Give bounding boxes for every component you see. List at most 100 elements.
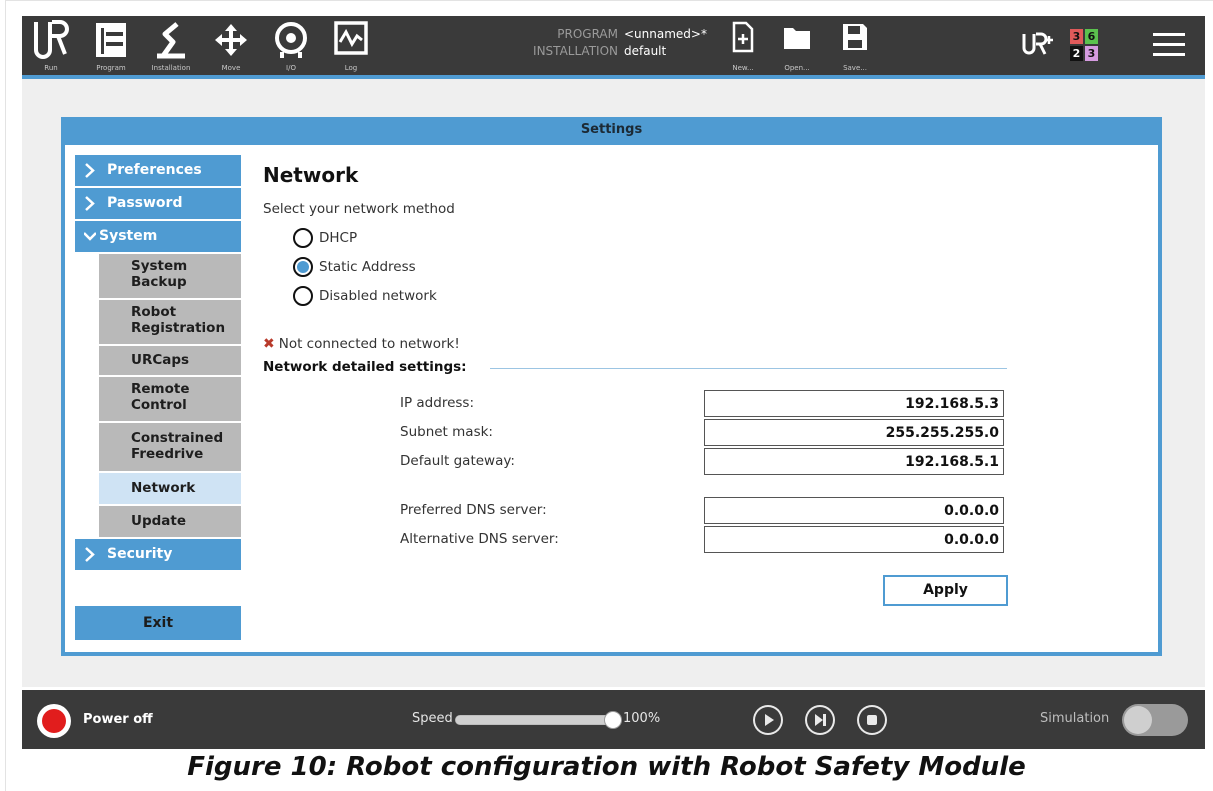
urcaps-button[interactable]	[1018, 16, 1058, 75]
nav-log-button[interactable]: Log	[322, 16, 380, 75]
sidebar-subitem-constrained-freedrive[interactable]: Constrained Freedrive	[99, 423, 241, 471]
ip-address-label: IP address:	[400, 395, 474, 411]
stop-icon	[859, 707, 885, 733]
ur-logo-icon	[34, 20, 69, 59]
preferred-dns-input[interactable]	[704, 497, 1004, 524]
nav-run-button[interactable]: Run	[22, 16, 80, 75]
sidebar-subitem-update[interactable]: Update	[99, 506, 241, 537]
power-status-label: Power off	[83, 712, 153, 727]
settings-body: Preferences Password System System Backu…	[65, 145, 1158, 652]
open-label: Open...	[784, 64, 810, 72]
simulation-toggle[interactable]	[1122, 704, 1188, 736]
sidebar-subitem-remote-control[interactable]: Remote Control	[99, 377, 241, 421]
play-icon	[755, 707, 781, 733]
alternative-dns-label: Alternative DNS server:	[400, 531, 559, 547]
program-key: PROGRAM	[557, 27, 618, 41]
new-button[interactable]: New...	[714, 16, 772, 75]
program-name: <unnamed>*	[624, 27, 707, 41]
sidebar-item-system[interactable]: System	[75, 221, 241, 252]
speed-label: Speed	[412, 711, 453, 726]
badge-bottom-left: 2	[1070, 46, 1083, 61]
main-menu-button[interactable]	[1152, 28, 1186, 62]
sidebar-subitem-label: Update	[131, 513, 187, 529]
radio-label: DHCP	[319, 230, 358, 246]
subnet-mask-input[interactable]	[704, 419, 1004, 446]
sidebar-item-label: Security	[107, 546, 173, 562]
play-button[interactable]	[753, 705, 783, 735]
installation-icon	[157, 22, 185, 59]
default-gateway-label: Default gateway:	[400, 453, 515, 469]
bottom-bar: Power off Speed 100% Simulation	[22, 690, 1205, 749]
sidebar-item-password[interactable]: Password	[75, 188, 241, 219]
step-icon	[807, 707, 833, 733]
nav-program-button[interactable]: Program	[82, 16, 140, 75]
sidebar-item-security[interactable]: Security	[75, 539, 241, 570]
chevron-down-icon	[84, 232, 96, 241]
alternative-dns-input[interactable]	[704, 526, 1004, 553]
badge-top-left: 3	[1070, 29, 1083, 44]
network-status: ✖ Not connected to network!	[263, 336, 460, 352]
sidebar-item-preferences[interactable]: Preferences	[75, 155, 241, 186]
settings-panel: Settings Preferences Password System Sys…	[61, 117, 1162, 656]
open-folder-icon	[784, 28, 810, 49]
default-gateway-input[interactable]	[704, 448, 1004, 475]
section-title: Network detailed settings:	[263, 359, 467, 375]
speed-slider[interactable]	[455, 711, 622, 729]
move-icon	[215, 24, 247, 56]
chevron-right-icon	[85, 547, 95, 562]
robot-status-badges[interactable]: 3 6 2 3	[1070, 29, 1100, 63]
log-icon	[334, 21, 368, 55]
sidebar-subitem-network[interactable]: Network	[99, 473, 241, 504]
radio-disabled-network[interactable]: Disabled network	[293, 285, 437, 307]
sidebar-subitem-label: System Backup	[131, 258, 188, 290]
nav-installation-label: Installation	[151, 64, 191, 72]
nav-installation-button[interactable]: Installation	[142, 16, 200, 75]
sidebar-subitem-label: URCaps	[131, 352, 190, 368]
ip-address-input[interactable]	[704, 390, 1004, 417]
radio-dhcp[interactable]: DHCP	[293, 227, 357, 249]
sidebar-subitem-label: Network	[131, 480, 196, 496]
radio-label: Static Address	[319, 259, 416, 275]
stop-button[interactable]	[857, 705, 887, 735]
nav-io-button[interactable]: I/O	[262, 16, 320, 75]
simulation-label: Simulation	[1040, 711, 1110, 726]
power-button[interactable]	[37, 704, 71, 738]
open-button[interactable]: Open...	[768, 16, 826, 75]
nav-program-label: Program	[96, 64, 126, 72]
network-status-text: Not connected to network!	[278, 336, 460, 352]
save-button[interactable]: Save...	[826, 16, 884, 75]
sidebar-subitem-robot-registration[interactable]: Robot Registration	[99, 300, 241, 344]
apply-button[interactable]: Apply	[883, 575, 1008, 606]
speed-slider-handle[interactable]	[604, 711, 622, 729]
nav-move-button[interactable]: Move	[202, 16, 260, 75]
sidebar-subitem-system-backup[interactable]: System Backup	[99, 254, 241, 298]
hamburger-menu-icon	[1153, 33, 1185, 56]
radio-button	[293, 286, 313, 306]
radio-button	[293, 228, 313, 248]
sidebar-item-label: Password	[107, 195, 183, 211]
nav-io-label: I/O	[286, 64, 296, 72]
radio-static-address[interactable]: Static Address	[293, 256, 416, 278]
settings-title: Settings	[580, 122, 643, 137]
sidebar-subitem-urcaps[interactable]: URCaps	[99, 346, 241, 375]
nav-log-label: Log	[344, 64, 358, 72]
exit-button[interactable]: Exit	[75, 606, 241, 640]
save-icon	[843, 24, 867, 50]
section-divider	[490, 368, 1007, 369]
top-bar: Run Program Installation Move I/O Log PR…	[22, 16, 1205, 75]
step-button[interactable]	[805, 705, 835, 735]
save-label: Save...	[843, 64, 867, 72]
program-icon	[96, 23, 126, 57]
subnet-mask-label: Subnet mask:	[400, 424, 493, 440]
preferred-dns-label: Preferred DNS server:	[400, 502, 547, 518]
sidebar-item-label: System	[99, 228, 158, 244]
speed-slider-fill	[456, 716, 618, 724]
figure-caption: Figure 10: Robot configuration with Robo…	[187, 752, 1026, 782]
sidebar-subitem-label: Remote Control	[131, 381, 190, 413]
network-method-prompt: Select your network method	[263, 201, 455, 217]
error-x-icon: ✖	[263, 336, 275, 352]
network-content: Network Select your network method DHCP …	[262, 145, 1142, 652]
sidebar-subitem-label: Constrained Freedrive	[131, 430, 224, 462]
urcaps-plus-icon	[1022, 32, 1053, 55]
sidebar-subitem-label: Robot Registration	[131, 304, 226, 336]
